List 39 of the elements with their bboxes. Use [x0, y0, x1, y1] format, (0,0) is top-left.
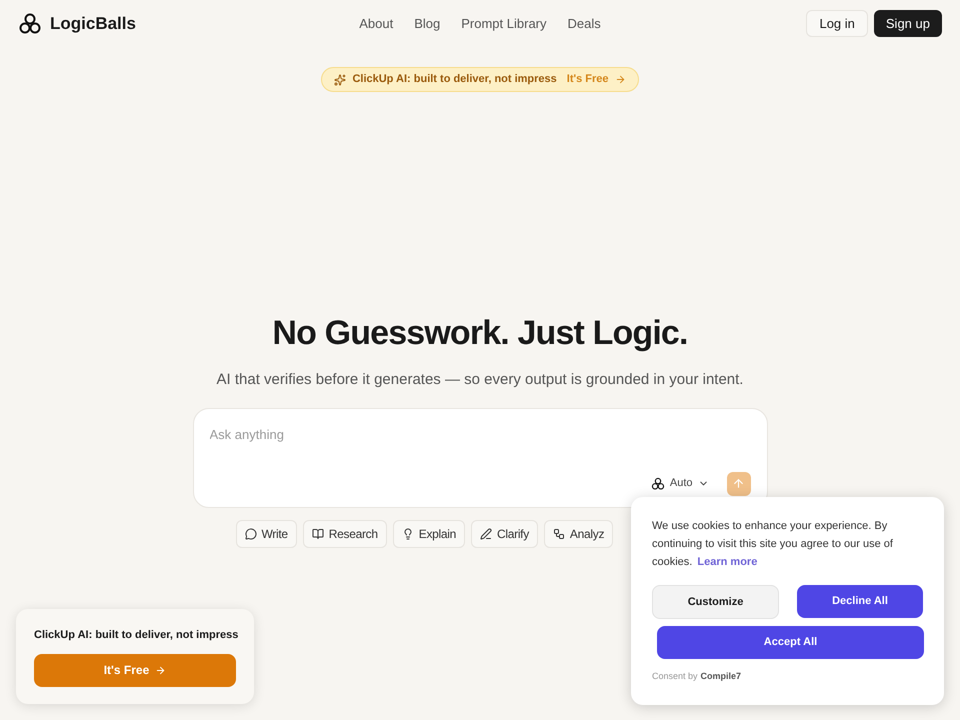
accept-button[interactable]: Accept All: [657, 626, 924, 659]
suggestion-chip[interactable]: Write: [236, 520, 297, 548]
nav-link[interactable]: About: [359, 14, 394, 34]
nav-link[interactable]: Prompt Library: [461, 14, 546, 34]
consent-label: Consent by: [652, 670, 698, 683]
brand-name[interactable]: LogicBalls: [50, 10, 136, 36]
nodes-icon: [552, 528, 565, 540]
suggestion-chip[interactable]: Research: [302, 520, 387, 548]
logo-icon: [18, 12, 42, 36]
promo-text: ClickUp AI: built to deliver, not impress: [34, 628, 238, 643]
logo-icon: [650, 476, 665, 490]
hero-subtitle: AI that verifies before it generates — so every output is grounded in your intent.: [216, 370, 744, 390]
decline-button[interactable]: Decline All: [797, 585, 923, 618]
pen-icon: [480, 528, 492, 540]
send-button[interactable]: [726, 472, 750, 496]
lightbulb-icon: [402, 528, 414, 540]
sparkle-icon: [334, 74, 346, 86]
model-selector[interactable]: Auto: [650, 475, 708, 492]
learn-more-link[interactable]: Learn more: [697, 556, 758, 568]
suggestion-chip[interactable]: Analyz: [544, 520, 614, 548]
arrow-icon: [614, 74, 626, 85]
nav-link[interactable]: Deals: [568, 14, 601, 34]
arrow-icon: [155, 664, 166, 676]
announcement-banner[interactable]: ClickUp AI: built to deliver, not impress It's Free: [321, 67, 639, 92]
banner-text: ClickUp AI: built to deliver, not impress: [352, 72, 557, 88]
arrow-up-icon: [732, 477, 745, 490]
customize-button[interactable]: Customize: [652, 585, 779, 619]
hero-title: No Guesswork. Just Logic.: [272, 313, 688, 354]
nav-link[interactable]: Blog: [414, 14, 440, 34]
signup-button[interactable]: Sign up: [874, 10, 942, 37]
suggestion-chip[interactable]: Explain: [392, 520, 466, 548]
book-icon: [312, 528, 324, 540]
speech-bubble-icon: [244, 528, 256, 540]
cookie-message: We use cookies to enhance your experience. By continuing to visit this site you agree to our use of cookies. Learn more: [652, 519, 894, 570]
consent-brand: Compile7: [700, 670, 742, 683]
prompt-input[interactable]: Ask anything: [210, 424, 750, 444]
banner-cta: It's Free: [566, 72, 609, 88]
login-button[interactable]: Log in: [806, 10, 868, 37]
suggestion-chip[interactable]: Clarify: [471, 520, 538, 548]
